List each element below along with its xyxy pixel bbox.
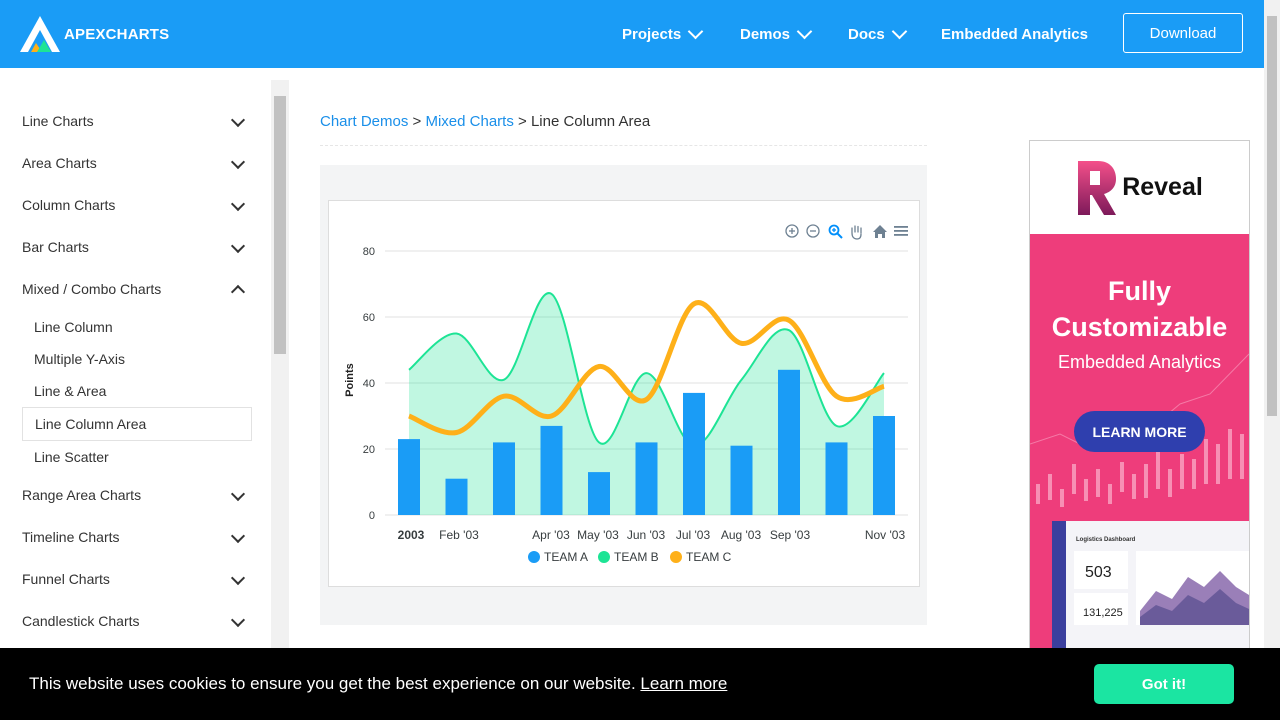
divider	[320, 145, 927, 146]
breadcrumb: Chart Demos > Mixed Charts > Line Column…	[320, 113, 650, 130]
chevron-up-icon[interactable]	[230, 284, 246, 300]
sidebar-subitem-line-column-area[interactable]: Line Column Area	[35, 416, 146, 432]
ad-title-line2: Customizable	[1051, 312, 1228, 342]
sidebar-item-candlestick-charts[interactable]: Candlestick Charts	[22, 613, 140, 629]
ad-dashboard-preview: Logistics Dashboard 503 131,225	[1052, 521, 1249, 651]
apexcharts-logo-icon	[20, 16, 60, 52]
page-scrollbar[interactable]	[1264, 0, 1280, 720]
nav-label: Demos	[740, 25, 791, 43]
legend-marker	[528, 551, 540, 563]
sidebar-item-range-area-charts[interactable]: Range Area Charts	[22, 487, 141, 503]
zoom-selection-icon[interactable]	[828, 224, 843, 239]
zoom-in-icon[interactable]	[785, 224, 799, 238]
nav-embedded-analytics[interactable]: Embedded Analytics	[941, 0, 1088, 68]
breadcrumb-separator: >	[518, 113, 527, 130]
dashboard-sidebar	[1052, 521, 1066, 651]
sidebar-item-area-charts[interactable]: Area Charts	[22, 155, 97, 171]
nav-demos[interactable]: Demos	[740, 0, 813, 68]
chevron-down-icon[interactable]	[230, 570, 246, 586]
nav-docs[interactable]: Docs	[848, 0, 907, 68]
legend-item-team-b[interactable]: TEAM B	[598, 550, 659, 564]
sidebar-subitem-line-area[interactable]: Line & Area	[34, 383, 106, 399]
got-it-button[interactable]: Got it!	[1094, 664, 1234, 704]
ad-title-line1: Fully	[1107, 276, 1171, 306]
dashboard-area-chart	[1136, 551, 1249, 625]
menu-hamburger-icon[interactable]	[893, 224, 909, 238]
chevron-down-icon	[796, 23, 813, 39]
chevron-down-icon[interactable]	[230, 612, 246, 628]
breadcrumb-separator: >	[412, 113, 422, 130]
cookie-text: This website uses cookies to ensure you …	[29, 674, 636, 693]
nav-projects[interactable]: Projects	[622, 0, 704, 68]
chevron-down-icon[interactable]	[230, 196, 246, 212]
ad-header: Reveal	[1030, 141, 1249, 233]
reset-home-icon[interactable]	[872, 224, 888, 239]
logo-text: APEXCHARTS	[64, 25, 170, 43]
sidebar-item-line-charts[interactable]: Line Charts	[22, 113, 94, 129]
chevron-down-icon[interactable]	[230, 486, 246, 502]
legend-label: TEAM A	[544, 550, 589, 564]
logo[interactable]: APEXCHARTS	[20, 16, 169, 52]
sidebar-subitem-multiple-y-axis[interactable]: Multiple Y-Axis	[34, 351, 125, 367]
breadcrumb-current: Line Column Area	[530, 113, 651, 130]
chevron-down-icon[interactable]	[230, 112, 246, 128]
legend-label: TEAM C	[686, 550, 732, 564]
cookie-banner: This website uses cookies to ensure you …	[0, 648, 1280, 720]
sidebar-item-mixed-charts[interactable]: Mixed / Combo Charts	[22, 281, 161, 297]
learn-more-link[interactable]: Learn more	[640, 674, 727, 693]
reveal-ad-banner[interactable]: Reveal Fully Customizable Embedded Analy…	[1029, 140, 1250, 652]
ad-subtitle: Embedded Analytics	[1057, 352, 1222, 372]
sidebar-item-funnel-charts[interactable]: Funnel Charts	[22, 571, 110, 587]
dashboard-metric: 503	[1085, 564, 1112, 581]
breadcrumb-link-mixed-charts[interactable]: Mixed Charts	[425, 113, 513, 130]
breadcrumb-link-chart-demos[interactable]: Chart Demos	[320, 113, 408, 130]
cookie-message: This website uses cookies to ensure you …	[29, 674, 727, 694]
ad-body: Fully Customizable Embedded Analytics LE…	[1030, 234, 1249, 651]
legend-item-team-c[interactable]: TEAM C	[670, 550, 731, 564]
pan-hand-icon[interactable]	[849, 224, 864, 240]
nav-label: Projects	[622, 25, 682, 43]
chevron-down-icon[interactable]	[230, 528, 246, 544]
legend-marker	[670, 551, 682, 563]
dashboard-metric: 131,225	[1083, 607, 1123, 619]
nav-label: Embedded Analytics	[941, 25, 1088, 43]
sidebar-item-timeline-charts[interactable]: Timeline Charts	[22, 529, 120, 545]
learn-more-button[interactable]: LEARN MORE	[1074, 411, 1205, 452]
sidebar-scrollbar-thumb[interactable]	[274, 96, 286, 354]
chevron-down-icon[interactable]	[230, 154, 246, 170]
chevron-down-icon	[891, 23, 907, 39]
zoom-out-icon[interactable]	[806, 224, 820, 238]
chevron-down-icon	[687, 23, 704, 39]
chevron-down-icon[interactable]	[230, 238, 246, 254]
nav-label: Docs	[848, 25, 885, 43]
chart-card	[328, 200, 920, 587]
sidebar-item-column-charts[interactable]: Column Charts	[22, 197, 115, 213]
sidebar-subitem-line-column[interactable]: Line Column	[34, 319, 113, 335]
legend-item-team-a[interactable]: TEAM A	[528, 550, 588, 564]
top-navbar: APEXCHARTS Projects Demos Docs Embedded …	[0, 0, 1264, 68]
download-button[interactable]: Download	[1123, 13, 1243, 53]
scrollbar-thumb[interactable]	[1267, 16, 1277, 416]
sidebar-item-bar-charts[interactable]: Bar Charts	[22, 239, 89, 255]
sidebar-subitem-line-scatter[interactable]: Line Scatter	[34, 449, 109, 465]
legend-label: TEAM B	[614, 550, 659, 564]
dashboard-title: Logistics Dashboard	[1076, 537, 1136, 543]
sidebar: Line Charts Area Charts Column Charts Ba…	[0, 68, 289, 720]
reveal-logo-icon	[1078, 161, 1117, 215]
ad-brand: Reveal	[1122, 172, 1203, 201]
legend-marker	[598, 551, 610, 563]
